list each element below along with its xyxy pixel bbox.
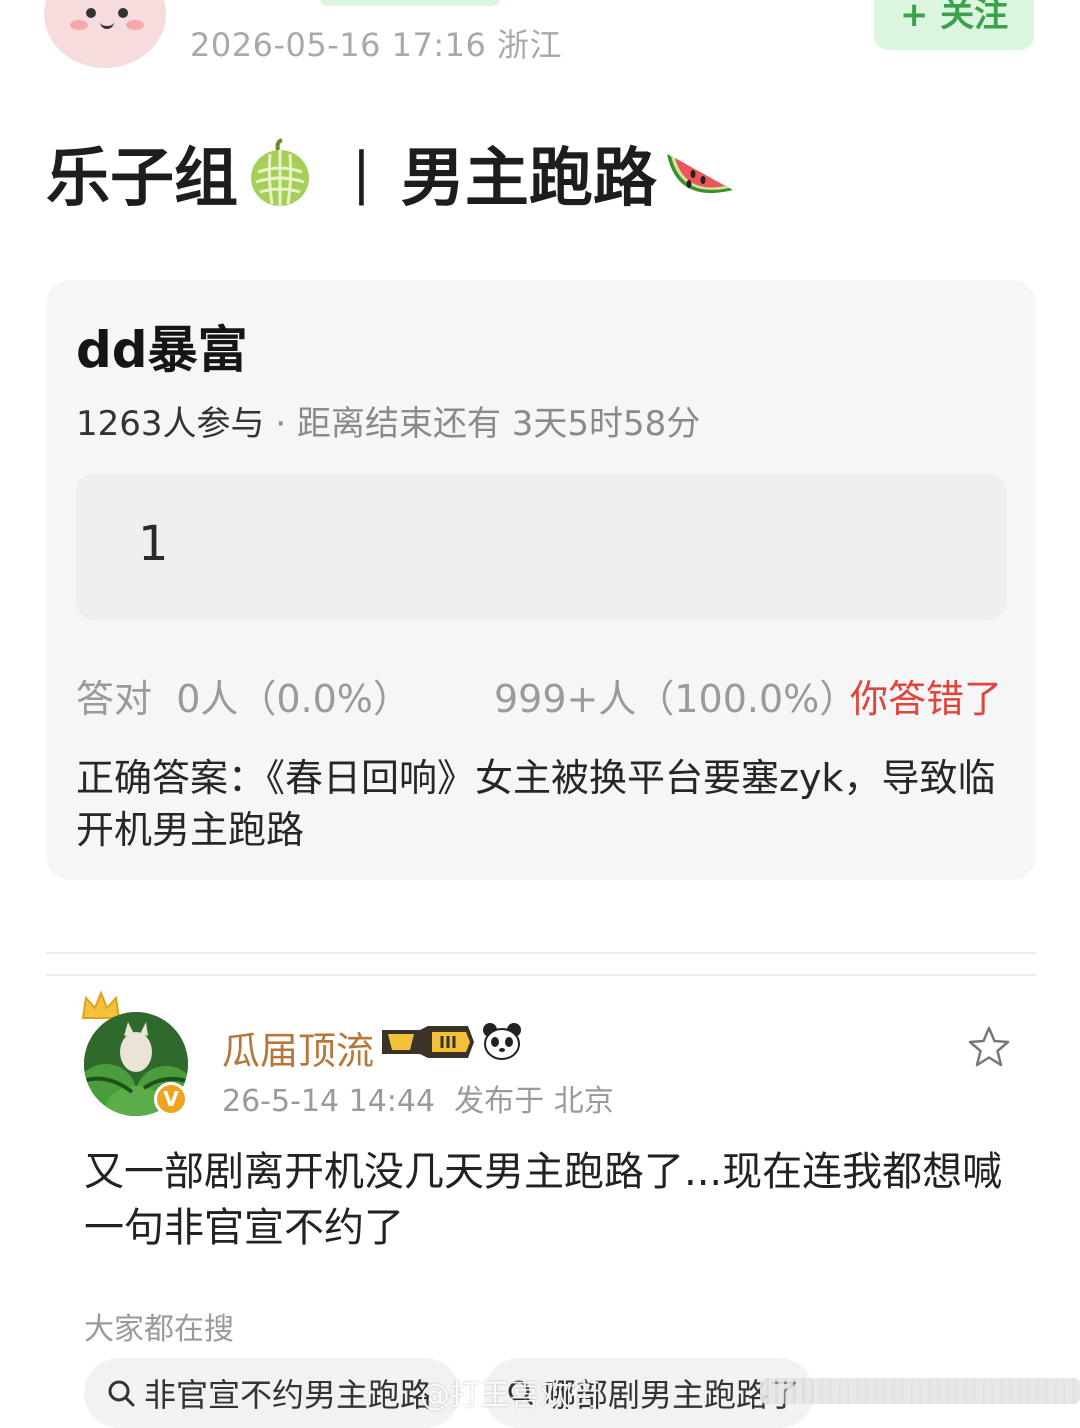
countdown-label: 距离结束还有 bbox=[296, 404, 512, 444]
top-tag bbox=[320, 0, 500, 6]
headline-right: 男主跑路 bbox=[400, 142, 657, 216]
meta-dot: · bbox=[264, 404, 297, 444]
quiz-countdown: 3天5时58分 bbox=[511, 404, 701, 444]
quiz-option[interactable] bbox=[76, 474, 1006, 620]
search-chip-label: 非官宣不约男主跑路 bbox=[144, 1376, 433, 1414]
watermark-bar bbox=[760, 1378, 1080, 1404]
watermark: @打王喜欢街 bbox=[420, 1378, 600, 1413]
correct-stats: 答对 0人（0.0%） bbox=[76, 668, 411, 723]
correct-label: 答对 bbox=[76, 677, 153, 721]
comment-meta: 26-5-14 14:44 发布于 北京 bbox=[222, 1076, 614, 1120]
star-outline-icon[interactable] bbox=[966, 1024, 1012, 1070]
avatar-blush bbox=[126, 20, 144, 30]
quiz-title: dd暴富 bbox=[76, 321, 248, 379]
comment-text: 又一部剧离开机没几天男主跑路了...现在连我都想喊一句非官宣不约了 bbox=[84, 1149, 1003, 1251]
correct-answer: 正确答案：《春日回响》女主被换平台要塞zyk，导致临开机男主跑路 bbox=[76, 756, 996, 852]
verified-badge: V bbox=[154, 1082, 188, 1116]
quiz-participants: 1263人参与 bbox=[76, 404, 265, 444]
panda-icon bbox=[483, 1023, 521, 1060]
correct-value: 0人（0.0%） bbox=[176, 677, 411, 721]
comment-location: 发布于 北京 bbox=[454, 1084, 614, 1119]
author-avatar[interactable] bbox=[44, 0, 166, 68]
follow-button[interactable]: + 关注 bbox=[874, 0, 1034, 50]
avatar-eye bbox=[118, 8, 128, 18]
level-badge-icon bbox=[382, 1026, 474, 1058]
post-meta: 2026-05-16 17:16 浙江 bbox=[190, 26, 563, 64]
search-heading: 大家都在搜 bbox=[84, 1312, 234, 1347]
divider bbox=[46, 974, 1036, 976]
post-headline: 乐子组 | 男主跑路 bbox=[46, 130, 737, 216]
search-chip[interactable]: 非官宣不约男主跑路 bbox=[84, 1358, 460, 1428]
quiz-option-text: 1 bbox=[138, 516, 169, 572]
divider bbox=[46, 952, 1036, 954]
magnifier-icon bbox=[108, 1380, 135, 1407]
comment-time: 26-5-14 14:44 bbox=[222, 1084, 436, 1119]
avatar-mouth bbox=[100, 18, 114, 29]
headline-left: 乐子组 bbox=[46, 142, 238, 216]
quiz-meta: 1263人参与 · 距离结束还有 3天5时58分 bbox=[76, 396, 700, 445]
other-stats: 999+人（100.0%） bbox=[494, 677, 858, 721]
avatar-eye bbox=[86, 8, 96, 18]
commenter-name[interactable]: 瓜届顶流 bbox=[222, 1020, 374, 1075]
result-badge: 你答错了 bbox=[850, 677, 1003, 721]
headline-separator: | bbox=[352, 140, 371, 206]
melon-emoji-icon bbox=[251, 138, 309, 206]
avatar-blush bbox=[70, 20, 88, 30]
watermelon-emoji-icon bbox=[666, 154, 733, 194]
